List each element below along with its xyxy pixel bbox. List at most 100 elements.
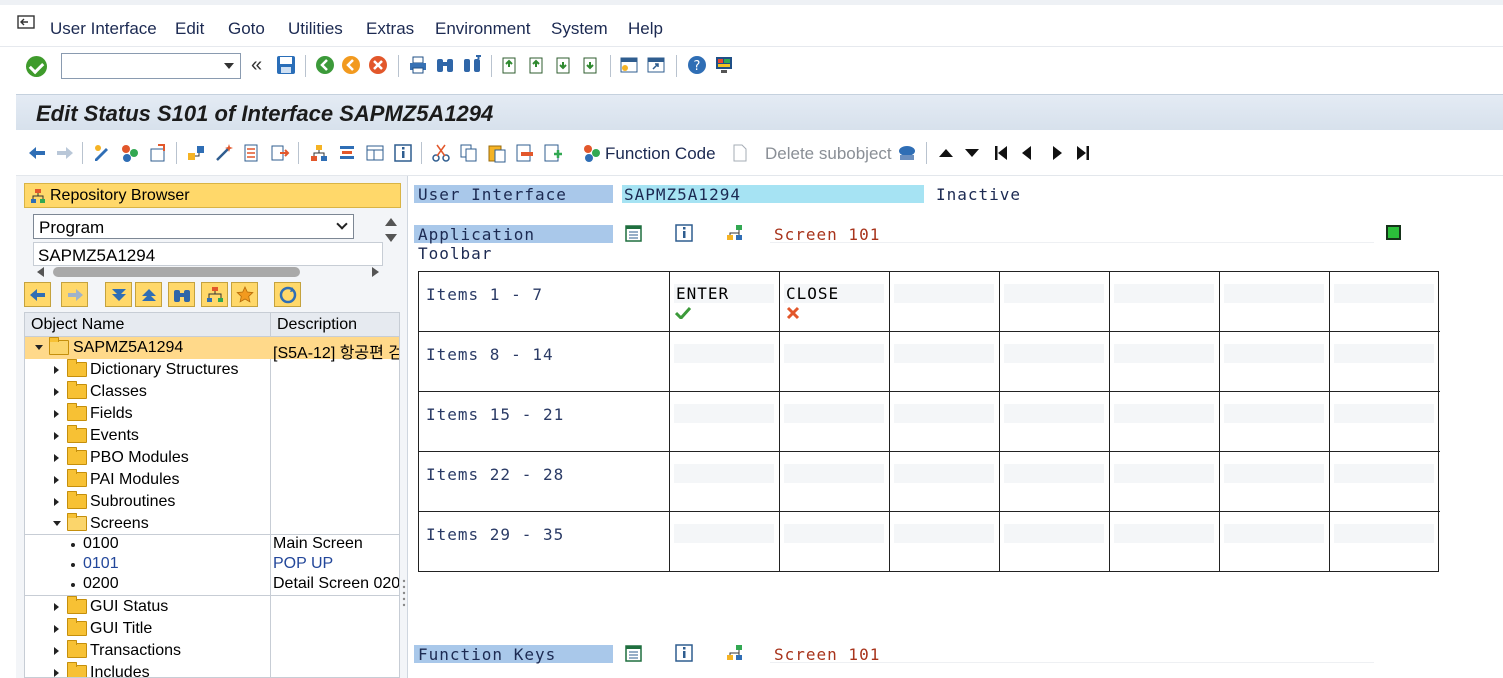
tree-node[interactable]: Transactions — [25, 640, 399, 662]
command-field[interactable] — [61, 53, 241, 79]
other-object-icon[interactable] — [148, 143, 168, 163]
stack-icon[interactable] — [337, 143, 357, 163]
back-icon[interactable] — [315, 55, 335, 75]
next-page-icon[interactable] — [554, 55, 574, 75]
function-list-icon[interactable] — [242, 143, 262, 163]
display-toolbar-icon[interactable] — [624, 643, 644, 663]
function-code-button[interactable]: Function Code — [605, 144, 716, 164]
item-field[interactable] — [1114, 404, 1214, 423]
object-type-select[interactable]: Program — [33, 214, 354, 239]
enter-check-icon[interactable] — [26, 56, 47, 77]
favorites-button[interactable] — [231, 282, 258, 307]
expand-node-icon[interactable] — [54, 476, 59, 484]
column-description[interactable]: Description — [277, 316, 357, 334]
expand-button[interactable] — [105, 282, 132, 307]
item-field[interactable] — [894, 404, 994, 423]
info-icon[interactable] — [393, 143, 413, 163]
item-field[interactable] — [784, 344, 884, 363]
find-next-icon[interactable] — [462, 55, 482, 75]
where-used-icon[interactable] — [186, 143, 206, 163]
expand-node-icon[interactable] — [54, 603, 59, 611]
item-field[interactable] — [894, 524, 994, 543]
wizard-icon[interactable] — [214, 143, 234, 163]
copy-icon[interactable] — [459, 143, 479, 163]
tree-leaf-screen[interactable]: 0100 Main Screen — [25, 535, 399, 555]
tree-node[interactable]: PAI Modules — [25, 469, 399, 491]
column-object-name[interactable]: Object Name — [31, 316, 124, 334]
tree-node-screens[interactable]: Screens — [25, 513, 399, 535]
find-button[interactable] — [168, 282, 195, 307]
back-arrow-icon[interactable] — [27, 143, 47, 163]
item-field[interactable] — [674, 464, 774, 483]
item-field[interactable] — [1004, 524, 1104, 543]
previous-item-icon[interactable] — [1017, 143, 1037, 163]
item-field[interactable]: ENTER — [674, 284, 774, 303]
first-item-icon[interactable] — [991, 143, 1011, 163]
tree-node[interactable]: Events — [25, 425, 399, 447]
item-field[interactable] — [1114, 284, 1214, 303]
item-field[interactable] — [674, 344, 774, 363]
insert-row-icon[interactable] — [543, 143, 563, 163]
tree-node[interactable]: Classes — [25, 381, 399, 403]
hierarchy-icon[interactable] — [309, 143, 329, 163]
last-page-icon[interactable] — [581, 55, 601, 75]
item-field[interactable] — [674, 404, 774, 423]
menu-utilities[interactable]: Utilities — [288, 19, 343, 39]
tree-leaf-screen[interactable]: 0101 POP UP — [25, 555, 399, 575]
create-session-icon[interactable] — [619, 55, 639, 75]
item-field[interactable] — [894, 344, 994, 363]
menu-goto[interactable]: Goto — [228, 19, 265, 39]
tree-node[interactable]: Dictionary Structures — [25, 359, 399, 381]
item-field[interactable] — [1114, 344, 1214, 363]
item-field[interactable] — [1334, 464, 1434, 483]
item-field[interactable]: CLOSE — [784, 284, 884, 303]
activate-icon[interactable] — [120, 143, 140, 163]
expand-node-icon[interactable] — [54, 432, 59, 440]
next-item-icon[interactable] — [1047, 143, 1067, 163]
help-icon[interactable]: ? — [687, 55, 707, 75]
item-field[interactable] — [1114, 464, 1214, 483]
item-field[interactable] — [1224, 524, 1324, 543]
collapse-node-icon[interactable] — [53, 521, 61, 526]
scroll-thumb[interactable] — [53, 267, 300, 277]
expand-node-icon[interactable] — [54, 410, 59, 418]
tree-node[interactable]: GUI Title — [25, 618, 399, 640]
item-field[interactable] — [1224, 344, 1324, 363]
expand-node-icon[interactable] — [54, 647, 59, 655]
delete-row-icon[interactable] — [515, 143, 535, 163]
object-name-input[interactable]: SAPMZ5A1294 — [33, 242, 383, 266]
forward-arrow-icon[interactable] — [55, 143, 75, 163]
paste-icon[interactable] — [487, 143, 507, 163]
expand-node-icon[interactable] — [54, 366, 59, 374]
chevron-down-icon[interactable] — [224, 63, 234, 69]
expand-node-icon[interactable] — [54, 625, 59, 633]
scroll-up-icon[interactable] — [936, 143, 956, 163]
item-field[interactable] — [674, 524, 774, 543]
expand-node-icon[interactable] — [54, 669, 59, 677]
layout-icon[interactable] — [365, 143, 385, 163]
item-field[interactable] — [894, 284, 994, 303]
info-icon[interactable] — [674, 223, 694, 243]
item-field[interactable] — [784, 464, 884, 483]
nav-forward-button[interactable] — [61, 282, 88, 307]
exit-icon[interactable] — [341, 55, 361, 75]
tree-node-program[interactable]: SAPMZ5A1294 [S5A-12] 항공편 검 — [25, 337, 399, 362]
collapse-node-icon[interactable] — [35, 345, 43, 350]
horizontal-scrollbar[interactable] — [33, 266, 383, 278]
repository-browser-button[interactable]: Repository Browser — [24, 183, 401, 208]
item-field[interactable] — [1334, 524, 1434, 543]
item-field[interactable] — [1334, 344, 1434, 363]
delete-subobject-button[interactable]: Delete subobject — [765, 144, 892, 164]
item-field[interactable] — [1224, 404, 1324, 423]
scroll-up-icon[interactable] — [385, 218, 397, 226]
display-toolbar-icon[interactable] — [624, 223, 644, 243]
chevron-down-icon[interactable] — [336, 218, 348, 230]
shortcut-icon[interactable] — [646, 55, 666, 75]
info-icon[interactable] — [674, 643, 694, 663]
tree-node[interactable]: Includes — [25, 662, 399, 677]
tree-node[interactable]: Fields — [25, 403, 399, 425]
last-item-icon[interactable] — [1073, 143, 1093, 163]
tree-leaf-screen[interactable]: 0200 Detail Screen 0200 — [25, 575, 399, 595]
hierarchy-icon[interactable] — [725, 643, 745, 663]
cut-icon[interactable] — [431, 143, 451, 163]
